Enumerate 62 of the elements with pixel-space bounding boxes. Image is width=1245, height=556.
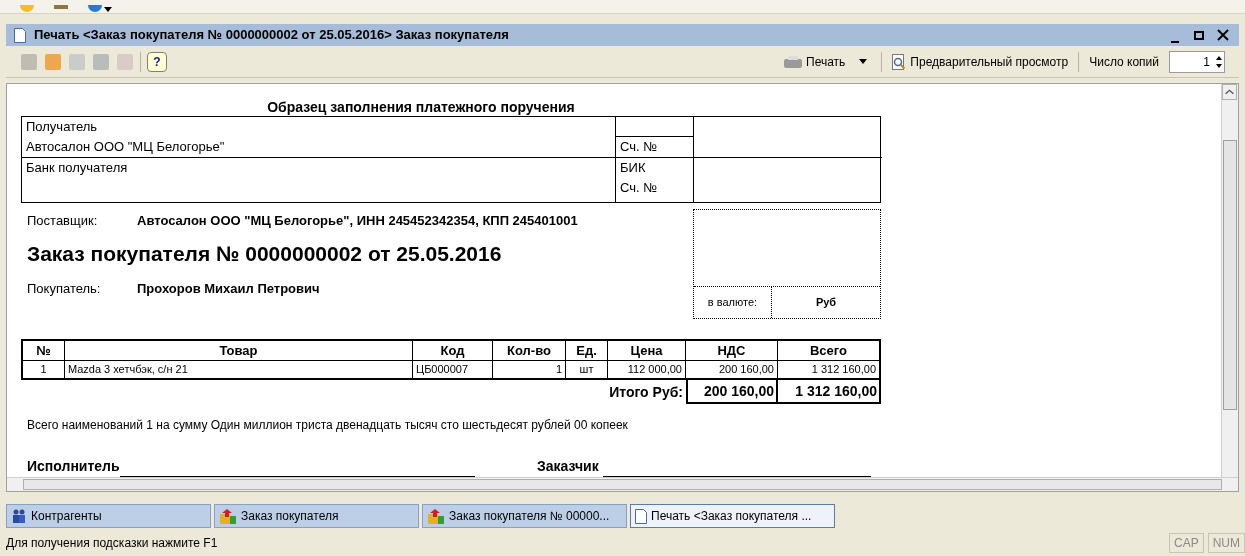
magnifier-icon — [892, 53, 907, 70]
horizontal-scrollbar[interactable] — [7, 477, 1238, 491]
currency-value: Руб — [814, 295, 838, 311]
totals-sum: 1 312 160,00 — [794, 382, 878, 401]
status-indicator: CAP — [1169, 533, 1204, 553]
column-header: Всего — [808, 342, 848, 360]
signature-label: Заказчик — [537, 457, 599, 476]
scroll-up-icon[interactable] — [1222, 84, 1237, 100]
people-icon — [11, 509, 27, 523]
signature-label: Исполнитель — [27, 457, 120, 476]
table-cell: 200 160,00 — [686, 361, 778, 378]
column-header: Товар — [65, 341, 413, 360]
column-header: Цена — [608, 341, 686, 360]
bank-label: Банк получателя — [25, 160, 128, 175]
table-cell: 1 — [493, 361, 566, 378]
totals-label: Итого Руб: — [609, 382, 684, 402]
column-header: НДС — [686, 341, 778, 360]
totals-vat: 200 160,00 — [688, 380, 778, 402]
table-cell: 1 — [23, 361, 65, 378]
buyer-label: Покупатель: — [27, 280, 102, 299]
currency-label: в валюте: — [694, 287, 772, 318]
bik-label: БИК — [619, 159, 647, 177]
column-header: Кол-во — [493, 341, 566, 360]
window-title: Печать <Заказ покупателя № 0000000002 от 25.05.2016> Заказ покупателя — [34, 26, 509, 45]
account-label: Сч. № — [619, 138, 659, 156]
document-icon — [635, 508, 647, 524]
table-cell-text: 1 312 160,00 — [810, 362, 877, 377]
summary-text: Всего наименований 1 на сумму Один миллион триста двенадцать тысяч сто шестьдесят рублей 00 копеек — [26, 417, 629, 434]
table-cell: шт — [566, 361, 608, 378]
order-title: Заказ покупателя № 0000000002 от 25.05.2016 — [27, 241, 503, 267]
table-cell: 112 000,00 — [608, 361, 686, 378]
taskbar-tab[interactable]: Заказ покупателя № 00000... — [422, 504, 627, 528]
taskbar-tab[interactable]: Контрагенты — [6, 504, 211, 528]
help-button[interactable]: ? — [147, 51, 167, 72]
preview-button[interactable]: Предварительный просмотр — [888, 52, 1073, 71]
table-cell: Mazda 3 хетчбэк, с/н 21 — [65, 361, 413, 378]
copies-field[interactable]: 1 — [1169, 50, 1225, 73]
buyer-name: Прохоров Михаил Петрович — [137, 280, 320, 299]
form-heading: Образец заполнения платежного поручения — [266, 98, 576, 116]
printer-icon — [784, 55, 802, 68]
column-header: Код — [413, 341, 493, 360]
document-icon — [14, 27, 26, 43]
status-hint: Для получения подсказки нажмите F1 — [6, 535, 219, 552]
supplier-label: Поставщик: — [27, 212, 99, 231]
taskbar-tab[interactable]: Печать <Заказ покупателя ... — [630, 504, 835, 528]
column-header: Ед. — [566, 341, 608, 360]
bank-account-label: Сч. № — [619, 179, 659, 197]
close-button[interactable] — [1215, 27, 1231, 43]
copies-label: Число копий — [1088, 53, 1160, 71]
dropdown-icon[interactable] — [859, 58, 868, 65]
recipient-label: Получатель — [25, 118, 99, 136]
order-icon — [219, 508, 237, 524]
order-icon — [427, 508, 445, 524]
supplier-details: Автосалон ООО "МЦ Белогорье", ИНН 245452342354, КПП 245401001 — [137, 212, 578, 231]
recipient-name: Автосалон ООО "МЦ Белогорье" — [25, 138, 226, 156]
print-button[interactable]: Печать — [776, 52, 854, 71]
status-indicator: NUM — [1207, 533, 1245, 553]
vertical-scrollbar[interactable] — [1221, 84, 1238, 477]
column-header: № — [23, 341, 65, 360]
taskbar-tab[interactable]: Заказ покупателя — [214, 504, 419, 528]
table-cell: ЦБ000007 — [413, 361, 493, 378]
close-icon — [1217, 29, 1229, 41]
